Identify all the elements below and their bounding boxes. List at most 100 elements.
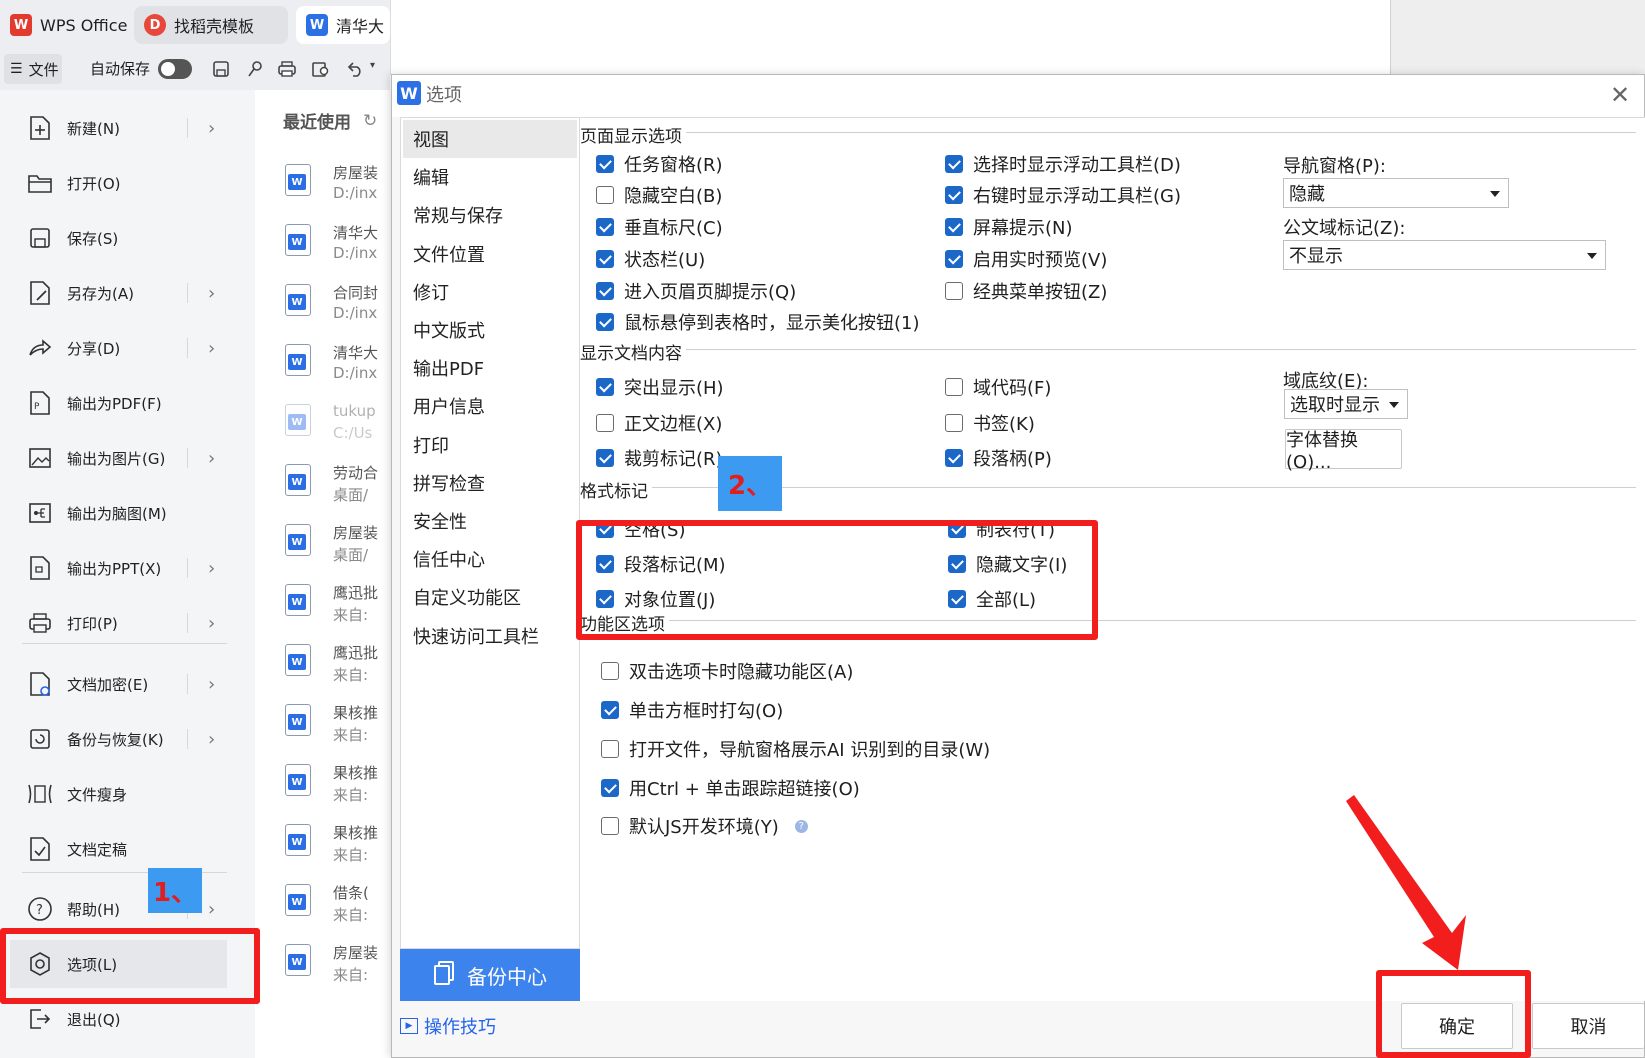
file-menu-item-7[interactable]: 输出为脑图(M) bbox=[0, 489, 255, 537]
recent-file-item[interactable]: W 果核推 来自: bbox=[285, 822, 390, 872]
backup-center-button[interactable]: 备份中心 bbox=[400, 949, 580, 1001]
nav-pane-select[interactable]: 隐藏 bbox=[1283, 178, 1509, 208]
tab-document[interactable]: W 清华大 bbox=[296, 6, 390, 44]
checkbox-page_display_mid-3[interactable]: 启用实时预览(V) bbox=[945, 246, 1107, 272]
file-menu-button[interactable]: ☰ 文件 bbox=[4, 54, 62, 84]
recent-file-item[interactable]: W 房屋装 桌面/ bbox=[285, 522, 390, 572]
checkbox-page_display_mid-1[interactable]: 右键时显示浮动工具栏(G) bbox=[945, 182, 1181, 208]
checkbox-page_display_left-2[interactable]: 垂直标尺(C) bbox=[596, 214, 723, 240]
tips-link[interactable]: ▶ 操作技巧 bbox=[400, 1013, 496, 1039]
checkbox-ribbon_options-1[interactable]: 单击方框时打勾(O) bbox=[601, 697, 783, 723]
checkbox-page_display_mid-0[interactable]: 选择时显示浮动工具栏(D) bbox=[945, 151, 1181, 177]
checkbox-box[interactable] bbox=[945, 155, 963, 173]
recent-file-item[interactable]: W 房屋装 D:/inx bbox=[285, 162, 390, 212]
checkbox-ribbon_options-3[interactable]: 用Ctrl + 单击跟踪超链接(O) bbox=[601, 775, 860, 801]
file-menu-item-1[interactable]: 打开(O) bbox=[0, 159, 255, 207]
file-menu-item-6[interactable]: 输出为图片(G) › bbox=[0, 434, 255, 482]
field-shading-select[interactable]: 选取时显示 bbox=[1284, 389, 1408, 419]
checkbox-ribbon_options-0[interactable]: 双击选项卡时隐藏功能区(A) bbox=[601, 658, 853, 684]
file-menu-item-5[interactable]: P 输出为PDF(F) bbox=[0, 379, 255, 427]
options-nav-item-12[interactable]: 自定义功能区 bbox=[413, 584, 521, 610]
checkbox-box[interactable] bbox=[601, 740, 619, 758]
checkbox-box[interactable] bbox=[596, 414, 614, 432]
file-menu-item-13[interactable]: 文档定稿 bbox=[0, 825, 255, 873]
file-menu-item-2[interactable]: 保存(S) bbox=[0, 214, 255, 262]
autosave-toggle[interactable] bbox=[158, 59, 192, 79]
checkbox-box[interactable] bbox=[596, 378, 614, 396]
file-menu-item-11[interactable]: 备份与恢复(K) › bbox=[0, 715, 255, 763]
file-menu-item-12[interactable]: 文件瘦身 bbox=[0, 770, 255, 818]
checkbox-box[interactable] bbox=[596, 313, 614, 331]
help-icon[interactable]: ? bbox=[794, 819, 808, 833]
checkbox-box[interactable] bbox=[596, 250, 614, 268]
checkbox-box[interactable] bbox=[945, 250, 963, 268]
checkbox-box[interactable] bbox=[601, 701, 619, 719]
checkbox-box[interactable] bbox=[945, 414, 963, 432]
checkbox-ribbon_options-2[interactable]: 打开文件，导航窗格展示AI 识别到的目录(W) bbox=[601, 736, 990, 762]
checkbox-box[interactable] bbox=[945, 378, 963, 396]
options-nav-item-2[interactable]: 常规与保存 bbox=[413, 202, 503, 228]
checkbox-page_display_left-3[interactable]: 状态栏(U) bbox=[596, 246, 705, 272]
print-preview-icon[interactable] bbox=[310, 58, 332, 80]
undo-dropdown-icon[interactable]: ▾ bbox=[370, 60, 375, 71]
recent-file-item[interactable]: W 果核推 来自: bbox=[285, 762, 390, 812]
checkbox-box[interactable] bbox=[945, 186, 963, 204]
refresh-icon[interactable]: ↻ bbox=[363, 111, 377, 131]
checkbox-box[interactable] bbox=[945, 282, 963, 300]
recent-file-item[interactable]: W 清华大 D:/inx bbox=[285, 222, 390, 272]
checkbox-box[interactable] bbox=[945, 218, 963, 236]
checkbox-page_display_left-1[interactable]: 隐藏空白(B) bbox=[596, 182, 722, 208]
recent-file-item[interactable]: W 清华大 D:/inx bbox=[285, 342, 390, 392]
checkbox-doc_content_left-1[interactable]: 正文边框(X) bbox=[596, 410, 722, 436]
checkbox-page_display_mid-4[interactable]: 经典菜单按钮(Z) bbox=[945, 278, 1107, 304]
options-nav-item-3[interactable]: 文件位置 bbox=[413, 241, 485, 267]
options-nav-item-9[interactable]: 拼写检查 bbox=[413, 470, 485, 496]
recent-file-item[interactable]: W 鹰迅批 来自: bbox=[285, 642, 390, 692]
file-menu-item-10[interactable]: 文档加密(E) › bbox=[0, 660, 255, 708]
file-menu-item-14[interactable]: ? 帮助(H) › bbox=[0, 885, 255, 933]
options-nav-item-7[interactable]: 用户信息 bbox=[413, 393, 485, 419]
recent-file-item[interactable]: W 合同封 D:/inx bbox=[285, 282, 390, 332]
checkbox-ribbon_options-4[interactable]: 默认JS开发环境(Y) ? bbox=[601, 813, 808, 839]
checkbox-box[interactable] bbox=[945, 449, 963, 467]
undo-icon[interactable] bbox=[344, 58, 366, 80]
options-nav-item-11[interactable]: 信任中心 bbox=[413, 546, 485, 572]
options-nav-item-13[interactable]: 快速访问工具栏 bbox=[413, 623, 539, 649]
file-menu-item-8[interactable]: 输出为PPT(X) › bbox=[0, 544, 255, 592]
checkbox-box[interactable] bbox=[596, 155, 614, 173]
file-menu-item-9[interactable]: 打印(P) › bbox=[0, 599, 255, 647]
file-menu-item-0[interactable]: 新建(N) › bbox=[0, 104, 255, 152]
checkbox-box[interactable] bbox=[601, 817, 619, 835]
font-replace-button[interactable]: 字体替换(O)... bbox=[1285, 429, 1402, 473]
format-painter-icon[interactable] bbox=[244, 58, 266, 80]
checkbox-box[interactable] bbox=[596, 449, 614, 467]
recent-file-item[interactable]: W 劳动合 桌面/ bbox=[285, 462, 390, 512]
checkbox-doc_content_left-2[interactable]: 裁剪标记(R) bbox=[596, 445, 723, 471]
checkbox-box[interactable] bbox=[601, 662, 619, 680]
cancel-button[interactable]: 取消 bbox=[1532, 1003, 1644, 1049]
tab-wps-office[interactable]: W WPS Office bbox=[0, 6, 128, 44]
checkbox-doc_content_mid-2[interactable]: 段落柄(P) bbox=[945, 445, 1052, 471]
checkbox-box[interactable] bbox=[601, 779, 619, 797]
recent-file-item[interactable]: W 借条( 来自: bbox=[285, 882, 390, 932]
file-menu-item-3[interactable]: 另存为(A) › bbox=[0, 269, 255, 317]
checkbox-page_display_left-5[interactable]: 鼠标悬停到表格时，显示美化按钮(1) bbox=[596, 309, 920, 335]
checkbox-doc_content_left-0[interactable]: 突出显示(H) bbox=[596, 374, 724, 400]
checkbox-page_display_left-4[interactable]: 进入页眉页脚提示(Q) bbox=[596, 278, 796, 304]
checkbox-doc_content_mid-1[interactable]: 书签(K) bbox=[945, 410, 1035, 436]
options-nav-item-6[interactable]: 输出PDF bbox=[413, 355, 484, 381]
checkbox-page_display_left-0[interactable]: 任务窗格(R) bbox=[596, 151, 723, 177]
checkbox-box[interactable] bbox=[596, 282, 614, 300]
file-menu-item-4[interactable]: 分享(D) › bbox=[0, 324, 255, 372]
tab-docer-templates[interactable]: D 找稻壳模板 bbox=[134, 6, 288, 44]
field-mark-select[interactable]: 不显示 bbox=[1283, 240, 1606, 270]
checkbox-box[interactable] bbox=[596, 218, 614, 236]
options-nav-item-4[interactable]: 修订 bbox=[413, 279, 449, 305]
save-icon[interactable] bbox=[210, 58, 232, 80]
checkbox-doc_content_mid-0[interactable]: 域代码(F) bbox=[945, 374, 1051, 400]
options-nav-item-0[interactable]: 视图 bbox=[413, 126, 449, 152]
options-nav-item-10[interactable]: 安全性 bbox=[413, 508, 467, 534]
recent-file-item[interactable]: W 鹰迅批 来自: bbox=[285, 582, 390, 632]
recent-file-item[interactable]: W 房屋装 来自: bbox=[285, 942, 390, 992]
options-nav-item-1[interactable]: 编辑 bbox=[413, 164, 449, 190]
